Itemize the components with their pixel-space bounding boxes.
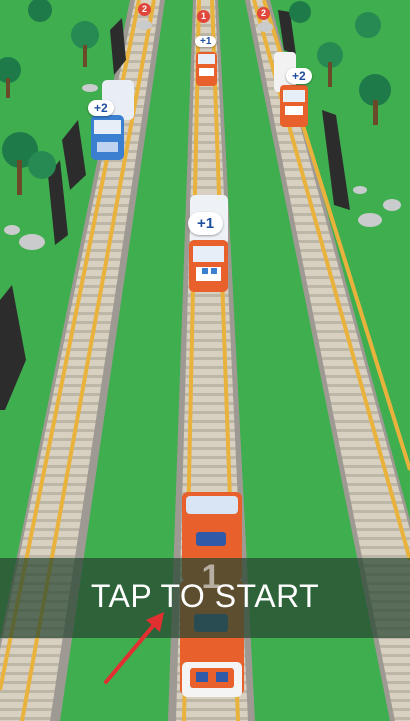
train-badge-far: +1 [195, 36, 217, 47]
far-orange-train [196, 52, 217, 86]
marker-left: 2 [138, 3, 151, 16]
mid-orange-train [189, 195, 228, 292]
pointer-arrow-icon [104, 612, 164, 684]
marker-right: 2 [257, 7, 270, 20]
train-badge-right: +2 [286, 68, 312, 84]
train-badge-mid: +1 [188, 212, 224, 235]
marker-mid: 1 [197, 10, 210, 23]
train-badge-blue: +2 [88, 100, 114, 116]
game-scene[interactable]: +2 +1 +2 +1 2 1 2 1 TAP TO START [0, 0, 410, 721]
tap-to-start-label[interactable]: TAP TO START [0, 578, 410, 615]
